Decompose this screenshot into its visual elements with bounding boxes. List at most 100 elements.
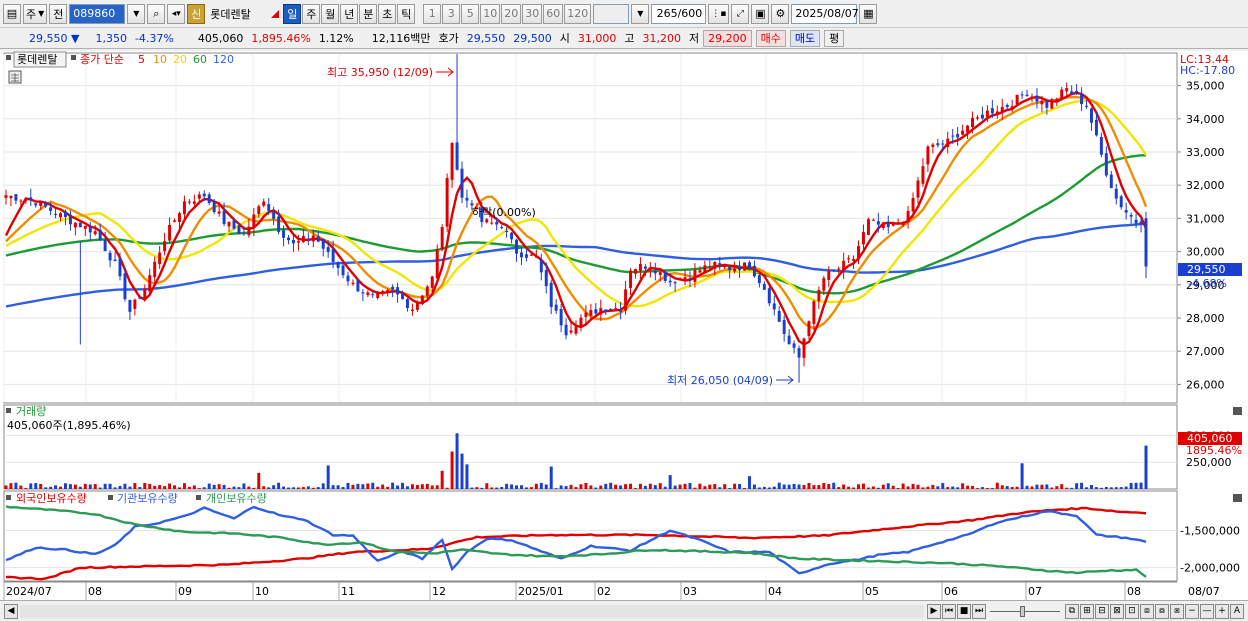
window-menu-icon[interactable]: ▤ bbox=[3, 3, 21, 24]
eval-button[interactable]: 평 bbox=[824, 29, 845, 47]
view-icon-3[interactable]: ⊟ bbox=[1095, 603, 1109, 619]
stock-code-input[interactable]: 089860 bbox=[69, 3, 126, 24]
candle-body bbox=[311, 235, 315, 242]
zoom-line-icon[interactable]: — bbox=[1200, 603, 1214, 619]
volume-bar bbox=[311, 487, 315, 489]
save-icon[interactable]: ▣ bbox=[751, 3, 770, 24]
candle-body bbox=[990, 108, 994, 114]
stock-chart[interactable]: 35,00034,00033,00032,00031,00030,00029,0… bbox=[0, 51, 1248, 600]
candle-body bbox=[614, 308, 618, 310]
period-tab-6[interactable]: 틱 bbox=[397, 3, 416, 24]
minute-step-1[interactable]: 3 bbox=[442, 3, 461, 24]
volume-bar bbox=[852, 487, 856, 489]
zoom-slider-handle[interactable] bbox=[1020, 605, 1025, 617]
stop-icon[interactable]: ■ bbox=[957, 603, 971, 619]
first-page-icon[interactable]: ⏮ bbox=[942, 603, 956, 619]
institution-legend: 기관보유수량 bbox=[117, 492, 178, 505]
period-tab-1[interactable]: 주 bbox=[302, 3, 321, 24]
volume-bar bbox=[500, 486, 504, 489]
minute-step-4[interactable]: 20 bbox=[501, 3, 522, 24]
holdings-close-icon[interactable] bbox=[1233, 494, 1242, 502]
ma60-legend: 60 bbox=[193, 53, 207, 66]
buy-button[interactable]: 매수 bbox=[755, 29, 786, 47]
candle-body bbox=[19, 200, 23, 202]
view-icon-5[interactable]: ⊡ bbox=[1125, 603, 1139, 619]
candle-body bbox=[63, 211, 67, 218]
step-custom-input[interactable] bbox=[593, 3, 630, 24]
volume-bar bbox=[802, 484, 806, 489]
view-icon-1[interactable]: ⧉ bbox=[1065, 603, 1079, 619]
volume-bar bbox=[782, 484, 786, 489]
candle-body bbox=[985, 110, 989, 118]
view-icon-6[interactable]: ⧈ bbox=[1140, 603, 1154, 619]
candle-body bbox=[1075, 90, 1079, 95]
minute-step-5[interactable]: 30 bbox=[522, 3, 543, 24]
draw-tool-icon[interactable]: ⤢ bbox=[731, 3, 750, 24]
candle-body bbox=[549, 282, 553, 308]
candle-body bbox=[197, 194, 201, 199]
stock-name-field[interactable]: 롯데렌탈 bbox=[207, 3, 270, 24]
candle-body bbox=[688, 278, 692, 280]
scroll-track[interactable] bbox=[20, 604, 924, 618]
candle-body bbox=[4, 195, 8, 198]
volume-bar bbox=[197, 488, 201, 489]
view-icon-8[interactable]: ⧆ bbox=[1170, 603, 1184, 619]
code-dropdown-icon[interactable]: ▼ bbox=[127, 3, 146, 24]
market-select[interactable]: 주 ▼ bbox=[23, 3, 48, 24]
minute-step-0[interactable]: 1 bbox=[423, 3, 442, 24]
period-tab-3[interactable]: 년 bbox=[340, 3, 359, 24]
zoom-slider[interactable] bbox=[990, 605, 1060, 618]
sell-button[interactable]: 매도 bbox=[789, 29, 821, 47]
view-icon-4[interactable]: ⊠ bbox=[1110, 603, 1124, 619]
period-tab-0[interactable]: 일 bbox=[283, 3, 302, 24]
candle-body bbox=[1109, 174, 1113, 189]
volume-bar bbox=[663, 486, 667, 489]
volume-bar bbox=[599, 485, 603, 489]
next-page-icon[interactable]: ⏭ bbox=[972, 603, 986, 619]
gear-icon[interactable]: ⚙ bbox=[771, 3, 790, 24]
volume-bar bbox=[158, 485, 162, 489]
view-icon-7[interactable]: ⧇ bbox=[1155, 603, 1169, 619]
search-icon[interactable]: ⌕ bbox=[147, 3, 166, 24]
period-tab-5[interactable]: 초 bbox=[378, 3, 397, 24]
candle-body bbox=[812, 301, 816, 324]
date-input[interactable]: 2025/08/07 bbox=[791, 3, 859, 24]
volume-bar bbox=[539, 482, 543, 489]
calendar-icon[interactable]: ▦ bbox=[859, 3, 878, 24]
date-tick-label: 08 bbox=[1127, 585, 1141, 598]
volume-close-icon[interactable] bbox=[1233, 407, 1242, 415]
zoom-out-icon[interactable]: − bbox=[1185, 603, 1199, 619]
candle-body bbox=[524, 254, 528, 258]
period-tab-4[interactable]: 분 bbox=[359, 3, 378, 24]
toolbar: ▤ 주 ▼ 전 089860 ▼ ⌕ ◂▾ 신 롯데렌탈 일주월년분초틱 1351… bbox=[0, 0, 1248, 28]
date-tick-label: 07 bbox=[1028, 585, 1042, 598]
zoom-in-icon[interactable]: + bbox=[1215, 603, 1229, 619]
minute-step-2[interactable]: 5 bbox=[461, 3, 480, 24]
volume-bar bbox=[460, 453, 464, 489]
count-input[interactable]: 265/600 bbox=[651, 3, 707, 24]
step-dropdown-icon[interactable]: ▼ bbox=[631, 3, 650, 24]
sound-icon[interactable]: ◂▾ bbox=[167, 3, 186, 24]
font-size-icon[interactable]: A bbox=[1230, 603, 1244, 619]
scroll-left-icon[interactable]: ◀ bbox=[4, 603, 18, 619]
candle-body bbox=[951, 135, 955, 137]
minute-step-7[interactable]: 120 bbox=[564, 3, 592, 24]
volume-bar bbox=[673, 485, 677, 489]
volume-bar bbox=[326, 465, 330, 489]
date-tick-label: 03 bbox=[683, 585, 697, 598]
volume-bar bbox=[54, 485, 58, 489]
minute-step-6[interactable]: 60 bbox=[543, 3, 564, 24]
minute-step-3[interactable]: 10 bbox=[480, 3, 501, 24]
last-price-label: 29,550 bbox=[1187, 263, 1226, 276]
volume-bar bbox=[341, 487, 345, 489]
volume-bar bbox=[1144, 445, 1148, 489]
volume-bar bbox=[762, 486, 766, 489]
volume-bar bbox=[569, 484, 573, 489]
shin-badge[interactable]: 신 bbox=[187, 3, 206, 24]
jeon-button[interactable]: 전 bbox=[49, 3, 68, 24]
view-icon-2[interactable]: ⊞ bbox=[1080, 603, 1094, 619]
candle-body bbox=[163, 241, 167, 252]
indicator-icon[interactable]: ⋮▪ bbox=[708, 3, 730, 24]
scroll-right-icon[interactable]: ▶ bbox=[927, 603, 941, 619]
period-tab-2[interactable]: 월 bbox=[321, 3, 340, 24]
